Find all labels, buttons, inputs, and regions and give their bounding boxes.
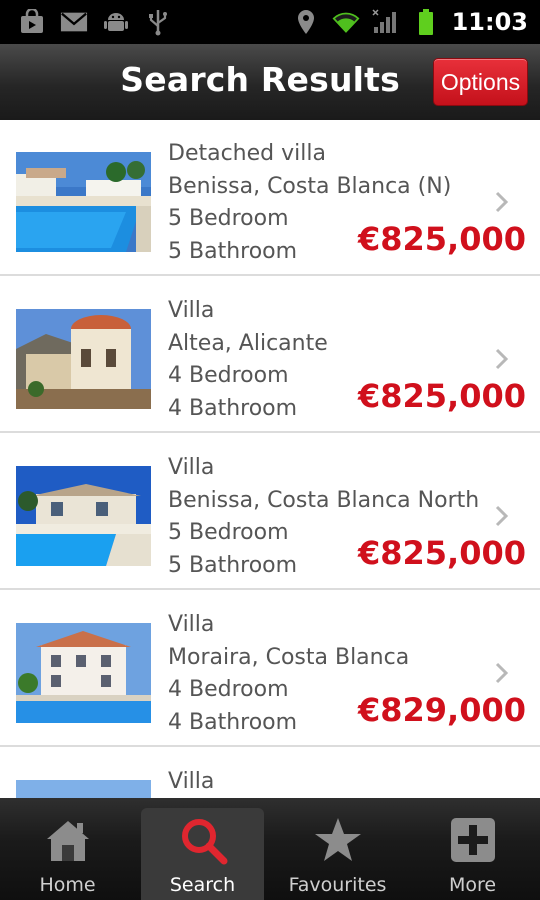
nav-search-label: Search (169, 874, 236, 896)
chevron-right-icon (495, 348, 509, 370)
android-icon (102, 8, 130, 36)
nav-favourites-label: Favourites (288, 874, 387, 896)
options-button[interactable]: Options (433, 58, 528, 106)
property-type: Villa (168, 455, 215, 480)
property-photo (16, 466, 151, 566)
nav-home[interactable]: Home (0, 798, 135, 900)
wifi-icon (332, 8, 360, 36)
nav-search[interactable]: Search (135, 798, 270, 900)
property-photo (16, 152, 151, 252)
search-icon (175, 812, 231, 868)
nav-more[interactable]: More (405, 798, 540, 900)
chevron-right-icon (495, 505, 509, 527)
property-type: Villa (168, 612, 215, 637)
property-bathrooms: 4 Bathroom (168, 395, 298, 421)
property-price: €829,000 (357, 691, 526, 729)
result-row[interactable]: Villa (0, 748, 540, 798)
result-row[interactable]: Villa Altea, Alicante 4 Bedroom 4 Bathro… (0, 277, 540, 433)
chevron-right-icon (495, 191, 509, 213)
home-icon (40, 812, 96, 868)
signal-icon (372, 8, 400, 36)
mail-icon (60, 8, 88, 36)
property-photo (16, 623, 151, 723)
property-photo (16, 780, 151, 798)
result-row[interactable]: Villa Benissa, Costa Blanca North 5 Bedr… (0, 434, 540, 590)
bag-icon (18, 8, 46, 36)
property-price: €825,000 (357, 220, 526, 258)
nav-favourites[interactable]: Favourites (270, 798, 405, 900)
results-list[interactable]: Detached villa Benissa, Costa Blanca (N)… (0, 120, 540, 798)
plus-icon (445, 812, 501, 868)
property-location: Moraira, Costa Blanca (168, 644, 410, 670)
property-type: Detached villa (168, 141, 326, 166)
status-time: 11:03 (451, 8, 528, 36)
battery-icon (412, 8, 440, 36)
property-location: Benissa, Costa Blanca (N) (168, 173, 452, 199)
property-price: €825,000 (357, 534, 526, 572)
property-location: Altea, Alicante (168, 330, 328, 356)
title-bar: Search Results Options (0, 44, 540, 120)
chevron-right-icon (495, 662, 509, 684)
nav-more-label: More (448, 874, 497, 896)
property-location: Benissa, Costa Blanca North (168, 487, 480, 513)
bottom-nav: Home Search Favourites More (0, 798, 540, 900)
location-icon (292, 8, 320, 36)
page-title: Search Results (120, 60, 400, 99)
property-bedrooms: 4 Bedroom (168, 363, 289, 388)
usb-icon (144, 8, 172, 36)
result-row[interactable]: Detached villa Benissa, Costa Blanca (N)… (0, 120, 540, 276)
result-row[interactable]: Villa Moraira, Costa Blanca 4 Bedroom 4 … (0, 591, 540, 747)
property-price: €825,000 (357, 377, 526, 415)
property-type: Villa (168, 769, 215, 794)
property-photo (16, 309, 151, 409)
star-icon (310, 812, 366, 868)
nav-home-label: Home (39, 874, 96, 896)
status-bar: 11:03 (0, 0, 540, 44)
property-type: Villa (168, 298, 215, 323)
